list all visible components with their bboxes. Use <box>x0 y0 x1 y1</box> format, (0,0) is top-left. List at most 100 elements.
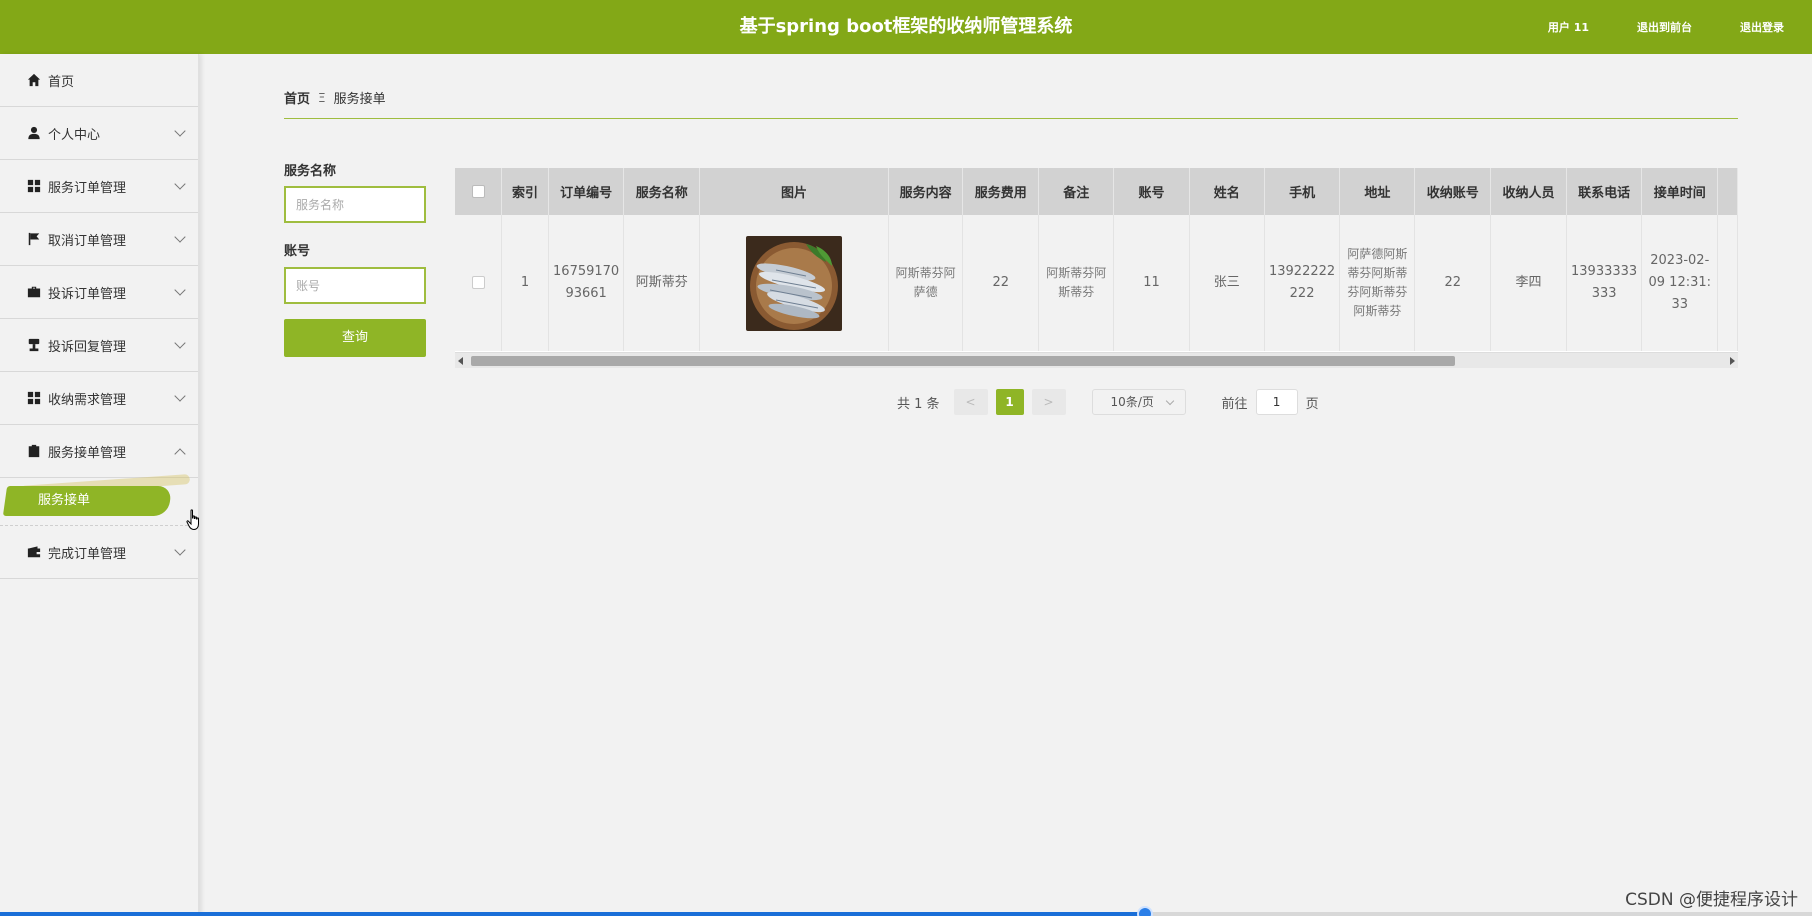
sidebar-item-complaint-replies[interactable]: 投诉回复管理 <box>0 319 198 372</box>
cell-overflow <box>1717 215 1738 351</box>
column-header: 服务内容 <box>888 168 964 215</box>
select-all-header <box>455 168 503 215</box>
column-header: 姓名 <box>1189 168 1265 215</box>
account-label: 账号 <box>284 244 311 259</box>
flag-icon <box>26 232 41 247</box>
sidebar-item-label: 投诉回复管理 <box>48 339 127 355</box>
page-size-value: 10条/页 <box>1110 395 1154 409</box>
sidebar-item-home[interactable]: 首页 <box>0 54 198 107</box>
cell-service-name: 阿斯蒂芬 <box>623 215 701 351</box>
sidebar-item-label: 投诉订单管理 <box>48 286 127 302</box>
row-select-cell <box>455 215 503 351</box>
sidebar-item-label: 服务订单管理 <box>48 180 127 196</box>
table-row[interactable]: 1 1675917093661 阿斯蒂芬 阿斯蒂芬阿萨德 22 阿斯蒂芬阿斯蒂芬… <box>455 215 1738 351</box>
column-header: 接单时间 <box>1641 168 1719 215</box>
breadcrumb-separator: Ξ <box>318 90 326 105</box>
chevron-down-icon <box>174 284 186 296</box>
goto-label: 前往 <box>1221 396 1248 412</box>
chevron-down-icon <box>174 178 186 190</box>
select-all-checkbox[interactable] <box>471 185 485 198</box>
cell-fee: 22 <box>962 215 1040 351</box>
prev-page-button[interactable]: < <box>953 389 988 415</box>
pagination: 共 1 条 < 1 > 10条/页 前往 1 页 <box>897 389 1319 415</box>
chevron-up-icon <box>174 448 186 460</box>
logout-link[interactable]: 退出登录 <box>1740 19 1784 35</box>
account-input[interactable] <box>284 267 426 304</box>
sidebar: 首页 个人中心 服务订单管理 取消订单管理 投诉订单管理 投诉回复管理 收纳需求… <box>0 54 199 916</box>
cell-storage-account: 22 <box>1414 215 1492 351</box>
user-label[interactable]: 用户 11 <box>1548 19 1589 35</box>
sidebar-item-label: 收纳需求管理 <box>48 392 127 408</box>
page-1-button[interactable]: 1 <box>995 389 1024 415</box>
column-header: 地址 <box>1339 168 1416 215</box>
sidebar-item-storage-needs[interactable]: 收纳需求管理 <box>0 372 198 425</box>
stamp-icon <box>26 338 41 353</box>
sidebar-item-label: 个人中心 <box>48 127 101 143</box>
home-icon <box>26 73 41 88</box>
table-header-row: 索引 订单编号 服务名称 图片 服务内容 服务费用 备注 账号 姓名 手机 地址… <box>455 168 1738 215</box>
breadcrumb-home[interactable]: 首页 <box>284 88 310 107</box>
cell-image <box>699 215 889 351</box>
sidebar-item-service-accept[interactable]: 服务接单管理 <box>0 425 198 478</box>
row-checkbox[interactable] <box>471 276 485 289</box>
cell-address: 阿萨德阿斯蒂芬阿斯蒂芬阿斯蒂芬阿斯蒂芬 <box>1339 215 1416 351</box>
goto-page-input[interactable]: 1 <box>1255 389 1298 415</box>
watermark: CSDN @便捷程序设计 <box>1625 890 1798 910</box>
cell-account: 11 <box>1113 215 1190 351</box>
top-header: 基于spring boot框架的收纳师管理系统 用户 11 退出到前台 退出登录 <box>0 0 1812 54</box>
sidebar-item-label: 首页 <box>48 74 75 90</box>
progress-fill <box>0 912 1145 916</box>
column-header: 订单编号 <box>548 168 625 215</box>
horizontal-scrollbar[interactable] <box>455 352 1738 368</box>
breadcrumb-current: 服务接单 <box>333 92 386 107</box>
next-page-button[interactable]: > <box>1031 389 1066 415</box>
cell-name: 张三 <box>1189 215 1265 351</box>
cell-phone: 13922222222 <box>1264 215 1341 351</box>
cell-remark: 阿斯蒂芬阿斯蒂芬 <box>1038 215 1115 351</box>
sidebar-item-label: 取消订单管理 <box>48 233 127 249</box>
sidebar-item-label: 完成订单管理 <box>48 546 127 562</box>
column-header: 图片 <box>699 168 889 215</box>
progress-knob[interactable] <box>1137 906 1153 916</box>
chevron-down-icon <box>174 337 186 349</box>
column-header-overflow <box>1717 168 1738 215</box>
clipboard-icon <box>26 444 41 459</box>
back-to-front-link[interactable]: 退出到前台 <box>1637 19 1692 35</box>
scrollbar-thumb[interactable] <box>471 356 1455 366</box>
wallet-icon <box>26 545 41 560</box>
user-icon <box>26 126 41 141</box>
sidebar-item-personal-center[interactable]: 个人中心 <box>0 107 198 160</box>
sidebar-item-completed-orders[interactable]: 完成订单管理 <box>0 526 198 579</box>
sidebar-item-service-orders[interactable]: 服务订单管理 <box>0 160 198 213</box>
column-header: 服务费用 <box>962 168 1040 215</box>
total-count: 共 1 条 <box>897 396 940 412</box>
cell-index: 1 <box>501 215 549 351</box>
grid-icon <box>26 179 41 194</box>
service-name-input[interactable] <box>284 186 426 223</box>
page-size-select[interactable]: 10条/页 <box>1091 389 1186 415</box>
breadcrumb: 首页 Ξ 服务接单 <box>284 88 386 108</box>
breadcrumb-divider <box>284 118 1738 119</box>
chevron-down-icon <box>174 231 186 243</box>
scroll-left-icon[interactable] <box>458 357 463 365</box>
sidebar-item-cancel-orders[interactable]: 取消订单管理 <box>0 213 198 266</box>
column-header: 联系电话 <box>1566 168 1643 215</box>
chevron-down-icon <box>174 390 186 402</box>
scroll-right-icon[interactable] <box>1730 357 1735 365</box>
sidebar-item-complaint-orders[interactable]: 投诉订单管理 <box>0 266 198 319</box>
column-header: 备注 <box>1038 168 1115 215</box>
hand-cursor-icon <box>186 509 199 531</box>
cell-order-no: 1675917093661 <box>548 215 625 351</box>
column-header: 收纳人员 <box>1490 168 1567 215</box>
goto-suffix: 页 <box>1305 396 1319 412</box>
cell-service-content: 阿斯蒂芬阿萨德 <box>888 215 964 351</box>
data-table: 索引 订单编号 服务名称 图片 服务内容 服务费用 备注 账号 姓名 手机 地址… <box>455 168 1738 368</box>
sidebar-subitem-service-accept[interactable]: 服务接单 <box>2 486 173 516</box>
sidebar-subitem-label: 服务接单 <box>38 493 91 508</box>
query-button[interactable]: 查询 <box>284 319 426 357</box>
video-progress-bar[interactable] <box>0 906 1812 916</box>
column-header: 索引 <box>501 168 549 215</box>
column-header: 收纳账号 <box>1414 168 1492 215</box>
chevron-down-icon <box>174 544 186 556</box>
fish-image <box>745 235 842 331</box>
